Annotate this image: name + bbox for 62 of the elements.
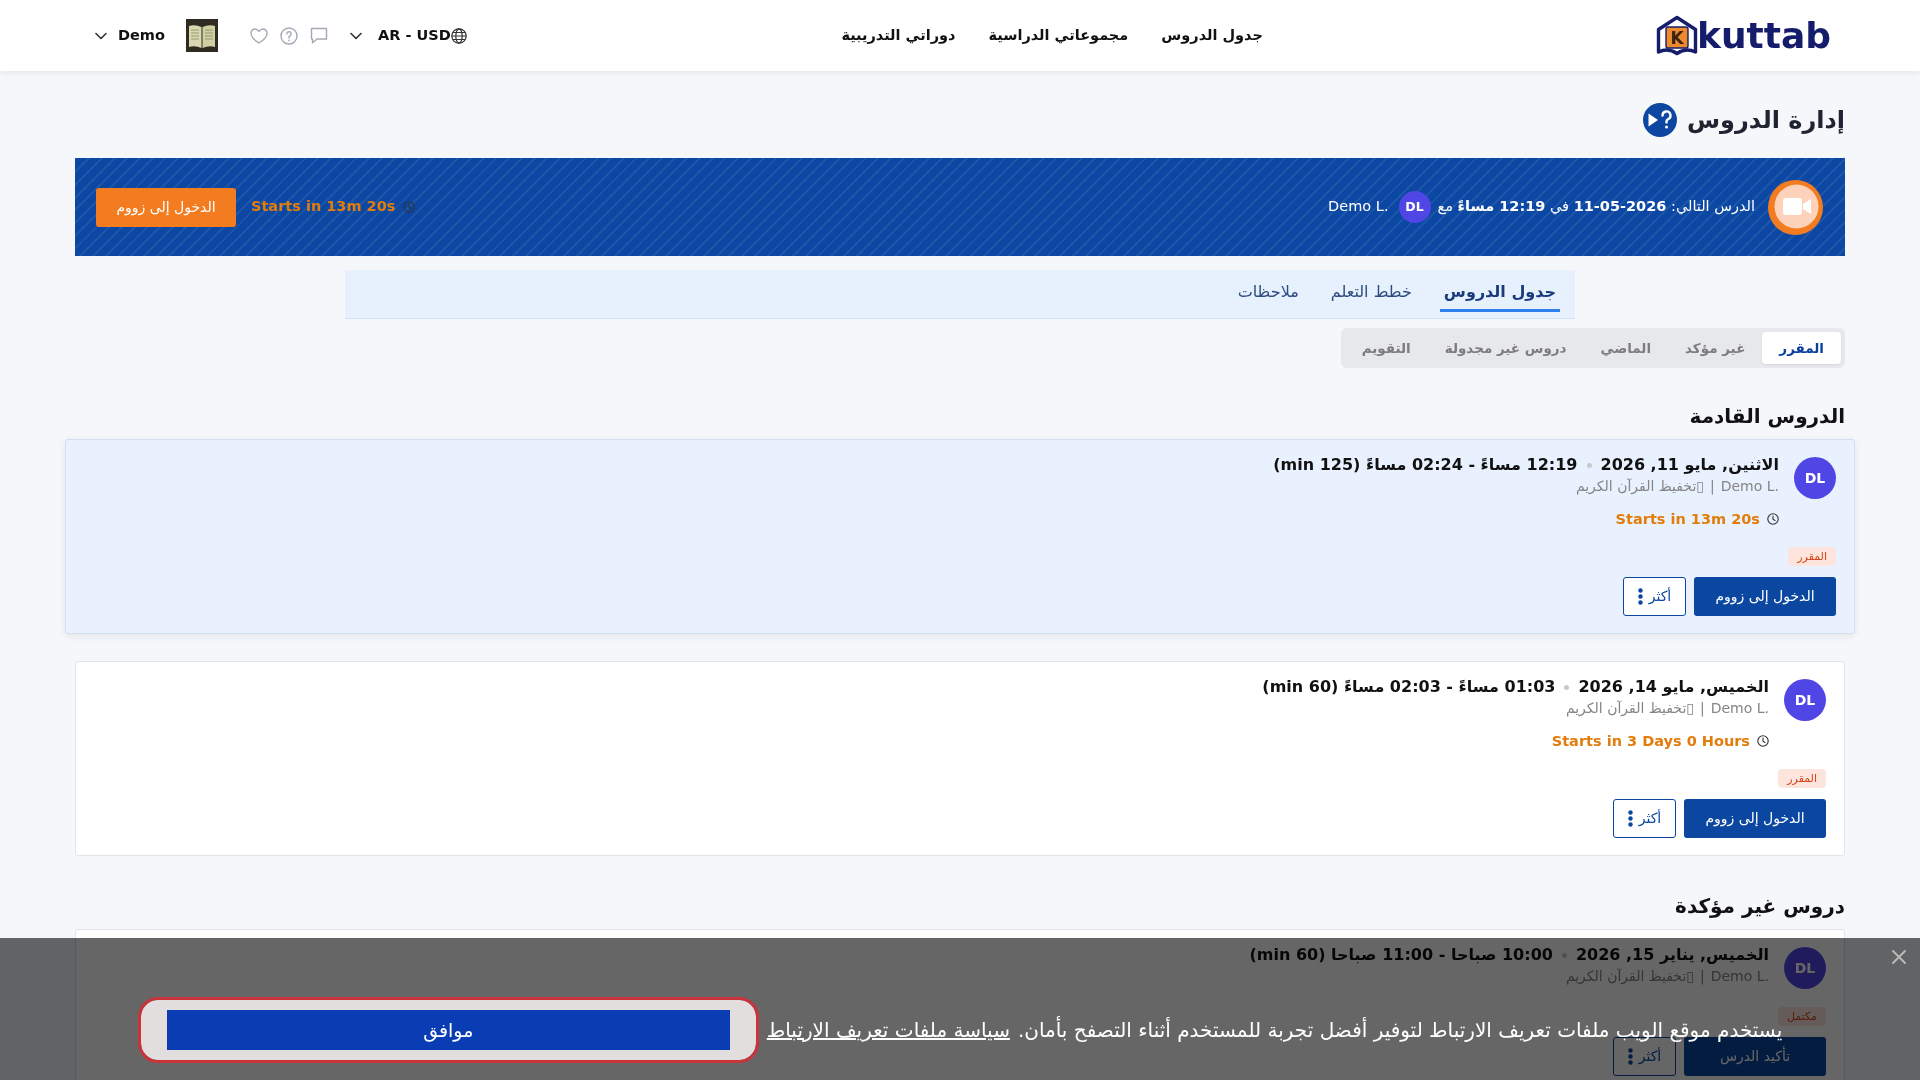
pipe-separator: | [1710,477,1715,496]
lesson-date: الخميس, مايو 14, 2026 [1578,676,1769,698]
lesson-date: الخميس, يناير 15, 2026 [1575,944,1769,966]
filter-tab[interactable]: المقرر [1762,332,1841,364]
avatar: DL [1794,457,1836,499]
tab[interactable]: خطط التعلم [1326,278,1416,312]
help-icon[interactable] [279,26,298,45]
globe-icon [450,27,467,44]
language-currency-dropdown[interactable]: AR - USD [349,24,467,47]
more-button[interactable]: أكثر [1623,577,1686,616]
logo-text[interactable]: kuttab [1696,17,1831,54]
join-zoom-button[interactable]: الدخول إلى زووم [1694,577,1836,616]
cookie-policy-link[interactable]: سياسة ملفات تعريف الارتباط [766,1015,1010,1045]
close-button[interactable] [1892,950,1906,964]
tab[interactable]: ملاحظات [1233,278,1303,312]
video-camera-icon [1768,179,1823,235]
kebab-icon [1637,588,1643,605]
course-name: ▯تخفيظ القرآن الكريم [1565,699,1694,718]
chat-icon[interactable] [309,27,328,44]
clock-icon [403,201,416,213]
pipe-separator: | [1700,967,1705,986]
caret-icon [95,31,107,40]
more-button[interactable]: أكثر [1613,799,1676,838]
kebab-icon [1627,1048,1633,1065]
tab[interactable]: جدول الدروس [1439,278,1560,312]
page-title: إدارة الدروس [1686,105,1845,135]
lesson-date: الاثنين, مايو 11, 2026 [1600,454,1779,476]
teacher-name: Demo L. [1328,197,1389,217]
avatar: DL [1784,679,1826,721]
kebab-icon [1627,810,1633,827]
separator-dot-icon [1564,684,1570,690]
teacher-name: Demo L. [1720,477,1779,496]
nav-link[interactable]: مجموعاتي الدراسية [988,24,1129,47]
status-badge: مكتمل [1778,1007,1826,1026]
lesson-time: 10:00 صباحا - 11:00 صباحا (60 min) [1249,944,1553,966]
status-badge: المقرر [1788,547,1836,566]
avatar: DL [1398,191,1431,223]
countdown-text: Starts in 3 Days 0 Hours [1551,732,1750,751]
heart-icon[interactable] [249,27,268,44]
teacher-name: Demo L. [1710,699,1769,718]
lesson-time: 12:19 مساءً - 02:24 مساءً (125 min) [1273,454,1578,476]
separator-dot-icon [1586,462,1592,468]
nav-link[interactable]: جدول الدروس [1161,24,1263,47]
countdown-text: Starts in 13m 20s [1615,510,1760,529]
clock-icon [1767,513,1779,525]
lesson-time: 01:03 مساءً - 02:03 مساءً (60 min) [1262,676,1556,698]
pipe-separator: | [1700,699,1705,718]
join-zoom-button[interactable]: الدخول إلى زووم [1684,799,1826,838]
status-badge: المقرر [1778,769,1826,788]
clock-icon [1757,735,1769,747]
section-title: دروس غير مؤكدة [1674,894,1845,918]
course-name: ▯تخفيظ القرآن الكريم [1575,477,1704,496]
close-icon [1892,950,1906,964]
avatar: DL [1784,947,1826,989]
open-book-image [185,19,218,52]
section-title: الدروس القادمة [1688,404,1845,428]
logo-emblem[interactable]: K [1654,14,1699,57]
user-menu-dropdown[interactable]: Demo [95,24,165,47]
video-help-icon[interactable] [1642,103,1677,137]
nav-link[interactable]: دوراتي التدريبية [841,24,956,47]
countdown-text: Starts in 13m 20s [251,197,396,217]
caret-icon [349,31,362,40]
